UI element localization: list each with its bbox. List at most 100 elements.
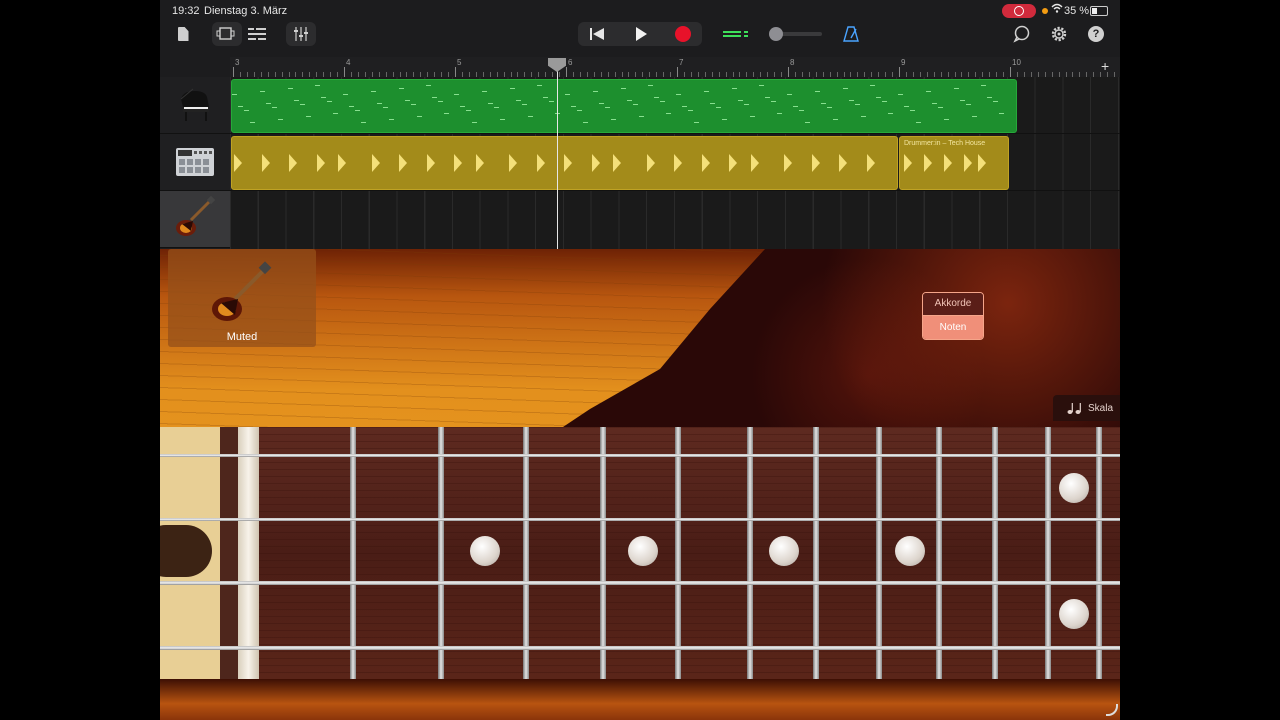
fret-inlay-dot: [895, 536, 925, 566]
help-icon: ?: [1088, 26, 1104, 42]
mixer-button[interactable]: [286, 22, 316, 46]
lcd-icon: [723, 31, 748, 37]
toolbar: ?: [160, 22, 1120, 56]
ruler-bar-tick: [344, 67, 345, 77]
music-notes-icon: [1067, 403, 1081, 414]
view-toggle-icon: [216, 27, 235, 40]
track-header-bass[interactable]: [160, 191, 230, 248]
loop-browser-button[interactable]: [1010, 22, 1034, 46]
fret-wire: [747, 427, 753, 679]
fret-wire: [438, 427, 444, 679]
fret-inlay-dot: [769, 536, 799, 566]
muted-label: Muted: [226, 331, 258, 343]
battery-icon: [1090, 6, 1108, 16]
ruler-bar-tick: [566, 67, 567, 77]
settings-icon: [1051, 26, 1067, 42]
lcd-button[interactable]: [722, 22, 752, 46]
ruler-bar-tick: [788, 67, 789, 77]
drum-machine-icon: [176, 148, 214, 176]
track-lanes[interactable]: Drummer:in – Tech House: [230, 77, 1120, 249]
fret-inlay-dot: [1059, 599, 1089, 629]
fret-wire: [813, 427, 819, 679]
track-header-piano[interactable]: [160, 77, 230, 134]
fret-wire: [992, 427, 998, 679]
ruler-bar-number: 10: [1012, 58, 1021, 67]
fret-wire: [936, 427, 942, 679]
bass-guitar-icon: [176, 196, 216, 236]
metronome-button[interactable]: [840, 22, 862, 46]
rewind-icon: [590, 28, 604, 40]
ruler-bar-number: 4: [346, 58, 351, 67]
volume-slider-knob[interactable]: [769, 27, 783, 41]
ruler-bar-tick: [899, 67, 900, 77]
muted-control[interactable]: Muted: [168, 249, 316, 347]
bass-guitar-icon: [212, 261, 272, 321]
record-icon: [675, 26, 691, 42]
battery-percent: 35 %: [1064, 5, 1090, 17]
ruler-bar-number: 3: [235, 58, 240, 67]
fret-wire: [1045, 427, 1051, 679]
metronome-icon: [843, 26, 859, 42]
screen-recording-indicator: [1002, 4, 1036, 18]
nut: [238, 427, 259, 679]
fret-inlay-dot: [628, 536, 658, 566]
fret-wire: [600, 427, 606, 679]
loop-browser-icon: [1013, 25, 1030, 43]
fret-inlay-dot: [470, 536, 500, 566]
region-piano[interactable]: [231, 79, 1017, 133]
battery-level-fill: [1092, 8, 1097, 14]
bass-string[interactable]: [160, 581, 1120, 585]
ruler-bar-tick: [455, 67, 456, 77]
add-section-button[interactable]: +: [1101, 58, 1109, 74]
grand-piano-icon: [180, 88, 209, 121]
fret-wire: [350, 427, 356, 679]
bass-string[interactable]: [160, 646, 1120, 650]
timeline-ruler[interactable]: 3 4 5 6 7 8 9 10: [230, 57, 1120, 78]
status-bar: 19:32 Dienstag 3. März 35 %: [160, 0, 1120, 22]
fret-wire: [675, 427, 681, 679]
garageband-window: 19:32 Dienstag 3. März 35 % ? 3 4 5 6 7 …: [160, 0, 1120, 720]
wifi-icon: [1051, 2, 1063, 17]
view-toggle-button[interactable]: [212, 22, 242, 46]
track-headers: [160, 77, 230, 249]
ruler-bar-number: 7: [679, 58, 684, 67]
mode-segmented-control: Akkorde Noten: [922, 292, 984, 340]
play-button[interactable]: [630, 22, 652, 46]
play-icon: [636, 27, 647, 41]
status-time: 19:32: [172, 5, 200, 17]
fretboard[interactable]: [160, 427, 1120, 679]
mode-chords-button[interactable]: Akkorde: [923, 293, 983, 316]
ruler-bar-number: 5: [457, 58, 462, 67]
bass-instrument-view: Muted Akkorde Noten Skala: [160, 249, 1120, 720]
region-drummer[interactable]: [231, 136, 898, 190]
guitar-body-lower: [160, 679, 1120, 720]
ruler-bar-tick: [233, 67, 234, 77]
ruler-bar-number: 9: [901, 58, 906, 67]
fret-inlay-dot: [1059, 473, 1089, 503]
ruler-bar-number: 6: [568, 58, 573, 67]
fret-wire: [523, 427, 529, 679]
scale-label: Skala: [1088, 402, 1114, 414]
rewind-button[interactable]: [586, 22, 608, 46]
bass-string[interactable]: [160, 454, 1120, 457]
ruler-bar-number: 8: [790, 58, 795, 67]
help-button[interactable]: ?: [1084, 22, 1108, 46]
document-icon[interactable]: [174, 22, 192, 46]
mic-dot-icon: [1042, 8, 1048, 14]
status-date: Dienstag 3. März: [204, 5, 288, 17]
bass-string[interactable]: [160, 518, 1120, 521]
settings-button[interactable]: [1047, 22, 1071, 46]
fret-wire: [1096, 427, 1102, 679]
mixer-icon: [294, 27, 308, 41]
fret-wire: [876, 427, 882, 679]
headstock: [160, 427, 220, 679]
region-drummer-tech-house[interactable]: Drummer:in – Tech House: [899, 136, 1009, 190]
tracks-view-icon[interactable]: [246, 22, 268, 46]
scale-button[interactable]: Skala: [1053, 395, 1120, 421]
mode-notes-button[interactable]: Noten: [923, 316, 983, 339]
ruler-bar-tick: [1010, 67, 1011, 77]
region-label: Drummer:in – Tech House: [904, 140, 986, 147]
record-button[interactable]: [672, 22, 694, 46]
playhead-line: [557, 60, 558, 250]
track-header-drummer[interactable]: [160, 134, 230, 191]
